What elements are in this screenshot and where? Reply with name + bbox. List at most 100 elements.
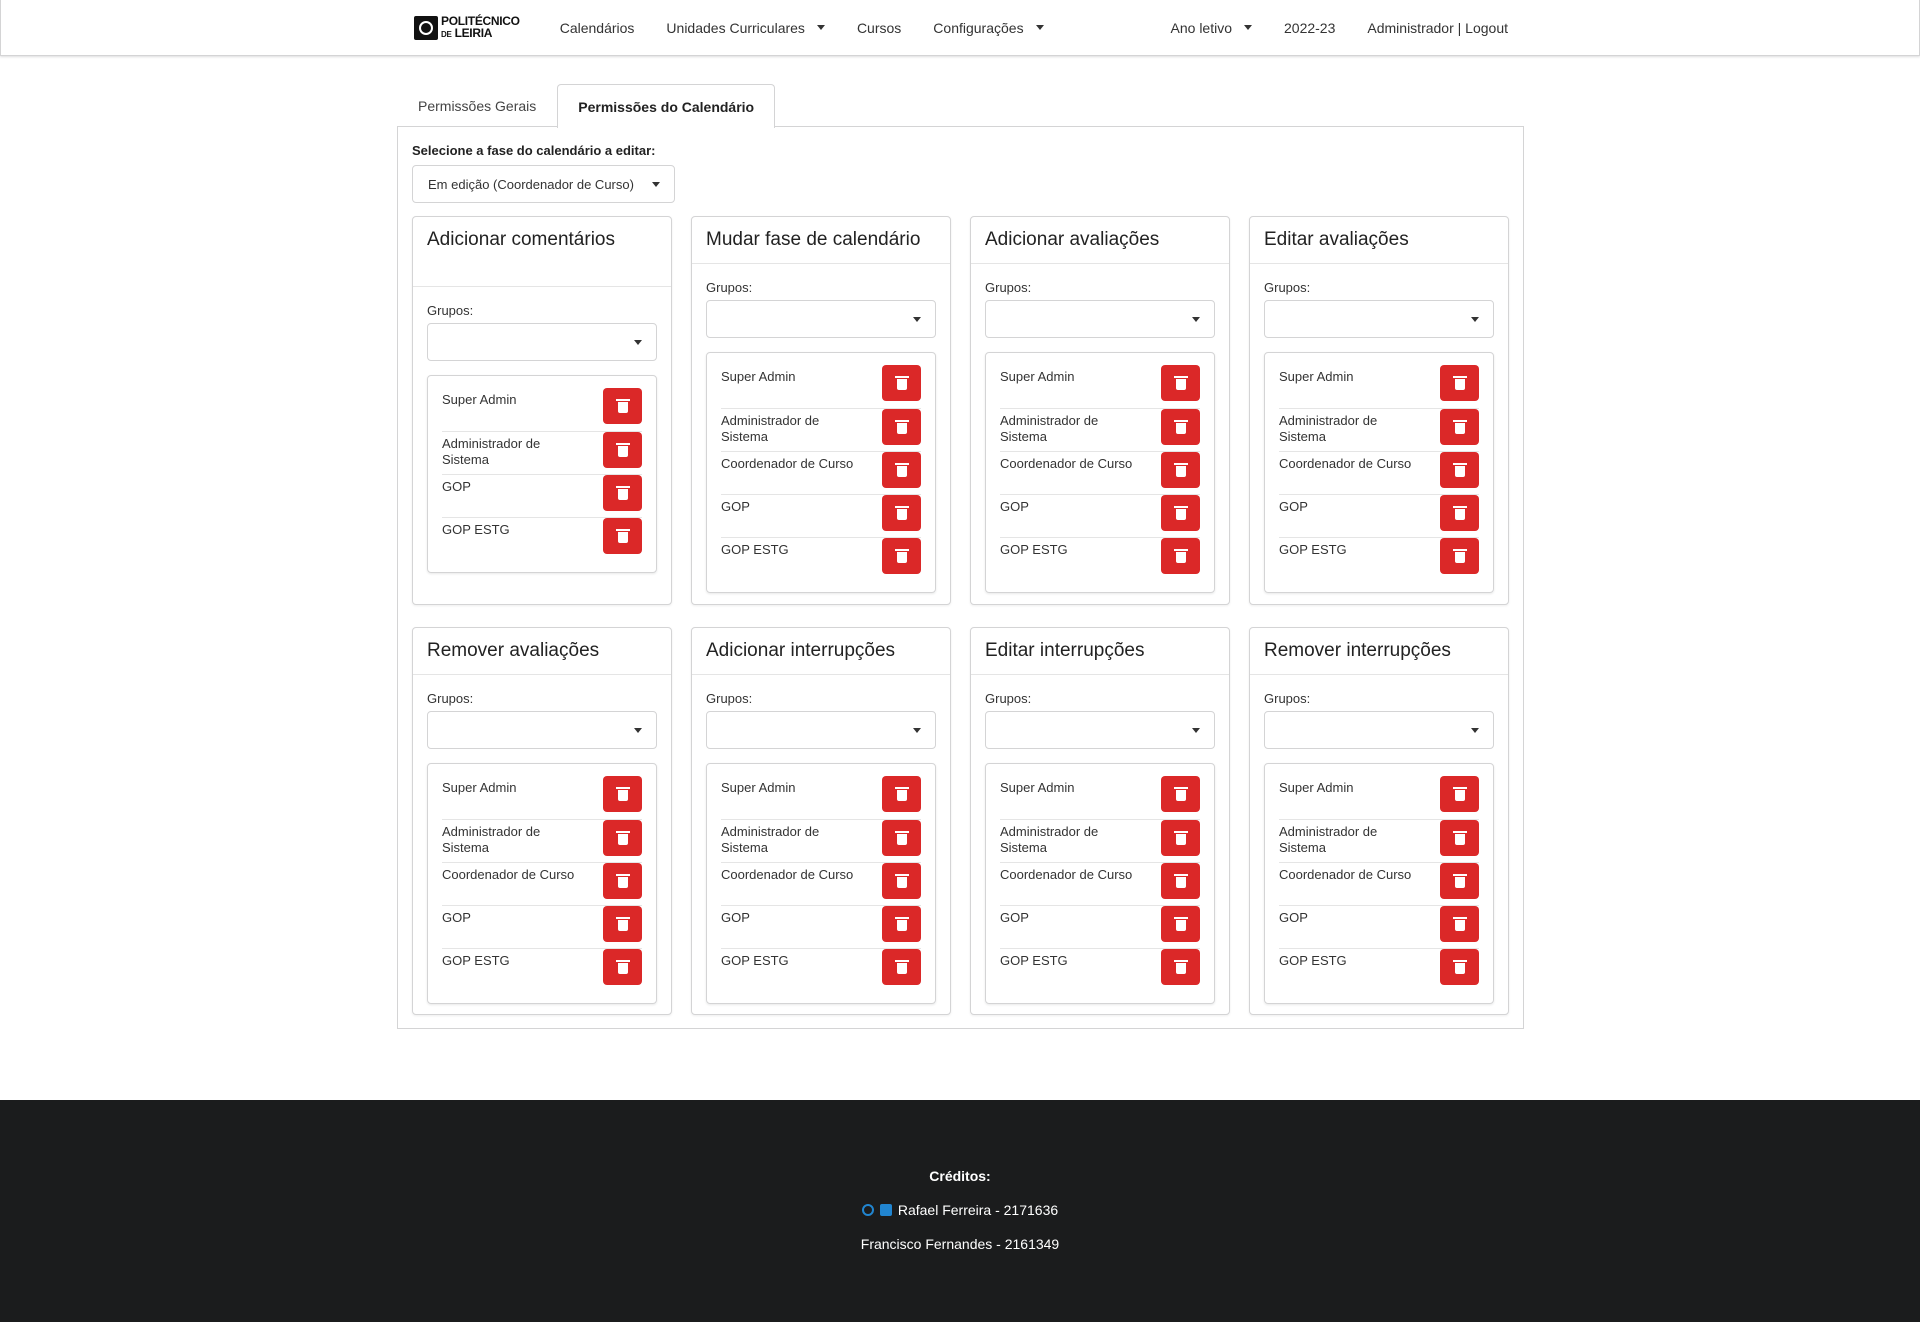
card-body: Grupos: Super Admin Administrador de Siste… xyxy=(413,691,671,1018)
logo[interactable]: POLITÉCNICO DE LEIRIA xyxy=(414,15,520,41)
delete-group-button[interactable] xyxy=(1161,906,1200,942)
trash-icon xyxy=(894,506,909,520)
group-row: GOP ESTG xyxy=(1000,537,1200,580)
trash-icon xyxy=(615,831,630,845)
trash-icon xyxy=(615,529,630,543)
groups-select[interactable] xyxy=(985,300,1215,338)
trash-icon xyxy=(1452,549,1467,563)
delete-group-button[interactable] xyxy=(1161,495,1200,531)
delete-group-button[interactable] xyxy=(882,776,921,812)
delete-group-button[interactable] xyxy=(882,538,921,574)
delete-group-button[interactable] xyxy=(1440,949,1479,985)
navbar-right: Ano letivo 2022-23 Administrador | Logou… xyxy=(1155,0,1508,55)
delete-group-button[interactable] xyxy=(603,949,642,985)
delete-group-button[interactable] xyxy=(882,495,921,531)
group-row: Super Admin xyxy=(442,388,642,431)
tab-permissoes-gerais[interactable]: Permissões Gerais xyxy=(397,84,557,127)
top-navbar: POLITÉCNICO DE LEIRIA Calendários Unidad… xyxy=(0,0,1920,56)
card-body: Grupos: Super Admin Administrador de Siste… xyxy=(1250,691,1508,1018)
groups-label: Grupos: xyxy=(706,280,753,295)
delete-group-button[interactable] xyxy=(1161,365,1200,401)
group-name: GOP xyxy=(1279,910,1308,925)
ano-letivo-dropdown[interactable]: Ano letivo xyxy=(1155,0,1268,55)
delete-group-button[interactable] xyxy=(603,906,642,942)
group-row: Super Admin xyxy=(721,776,921,819)
delete-group-button[interactable] xyxy=(603,518,642,554)
group-name: Administrador de Sistema xyxy=(1000,413,1099,444)
group-name: GOP ESTG xyxy=(442,953,510,968)
delete-group-button[interactable] xyxy=(882,820,921,856)
delete-group-button[interactable] xyxy=(603,388,642,424)
trash-icon xyxy=(1452,506,1467,520)
group-row: Super Admin xyxy=(1279,776,1479,819)
academic-year[interactable]: 2022-23 xyxy=(1268,0,1351,55)
group-name: Coordenador de Curso xyxy=(1000,867,1133,882)
delete-group-button[interactable] xyxy=(603,475,642,511)
chevron-down-icon xyxy=(652,181,660,187)
delete-group-button[interactable] xyxy=(1161,949,1200,985)
delete-group-button[interactable] xyxy=(1440,409,1479,445)
tab-permissoes-calendario[interactable]: Permissões do Calendário xyxy=(557,84,776,128)
groups-select[interactable] xyxy=(427,711,657,749)
delete-group-button[interactable] xyxy=(1161,452,1200,488)
phase-select-value: Em edição (Coordenador de Curso) xyxy=(428,176,634,192)
delete-group-button[interactable] xyxy=(1161,409,1200,445)
footer: Créditos: Rafael Ferreira - 2171636 Fran… xyxy=(0,1100,1920,1322)
delete-group-button[interactable] xyxy=(1440,863,1479,899)
phase-select[interactable]: Em edição (Coordenador de Curso) xyxy=(412,165,675,203)
group-list: Super Admin Administrador de Sistema Coord… xyxy=(985,763,1215,1004)
groups-select[interactable] xyxy=(1264,300,1494,338)
group-name: Super Admin xyxy=(1000,780,1075,795)
nav-calendarios[interactable]: Calendários xyxy=(544,0,651,55)
permission-card: Adicionar interrupções Grupos: Super Admin… xyxy=(691,627,951,1015)
groups-select[interactable] xyxy=(706,711,936,749)
github-icon[interactable] xyxy=(861,1204,874,1216)
delete-group-button[interactable] xyxy=(882,906,921,942)
permission-card: Editar avaliações Grupos: Super Admin Admin… xyxy=(1249,216,1509,605)
delete-group-button[interactable] xyxy=(603,863,642,899)
delete-group-button[interactable] xyxy=(603,776,642,812)
group-row: GOP ESTG xyxy=(1279,537,1479,580)
user-logout[interactable]: Administrador | Logout xyxy=(1351,0,1508,55)
delete-group-button[interactable] xyxy=(882,949,921,985)
credit-francisco: Francisco Fernandes - 2161349 xyxy=(860,1236,1060,1252)
groups-select[interactable] xyxy=(985,711,1215,749)
delete-group-button[interactable] xyxy=(1161,538,1200,574)
nav-configuracoes[interactable]: Configurações xyxy=(917,0,1059,55)
trash-icon xyxy=(894,420,909,434)
delete-group-button[interactable] xyxy=(1440,495,1479,531)
delete-group-button[interactable] xyxy=(882,409,921,445)
trash-icon xyxy=(894,831,909,845)
delete-group-button[interactable] xyxy=(603,820,642,856)
nav-cursos[interactable]: Cursos xyxy=(841,0,917,55)
trash-icon xyxy=(894,917,909,931)
permission-card: Adicionar comentários Grupos: Super Admin A… xyxy=(412,216,672,605)
delete-group-button[interactable] xyxy=(1440,906,1479,942)
delete-group-button[interactable] xyxy=(882,452,921,488)
delete-group-button[interactable] xyxy=(1161,776,1200,812)
group-row: GOP xyxy=(1000,494,1200,537)
groups-select[interactable] xyxy=(1264,711,1494,749)
delete-group-button[interactable] xyxy=(1440,776,1479,812)
nav-unidades-curriculares[interactable]: Unidades Curriculares xyxy=(650,0,841,55)
group-name: GOP ESTG xyxy=(1000,542,1068,557)
delete-group-button[interactable] xyxy=(1161,820,1200,856)
delete-group-button[interactable] xyxy=(1440,365,1479,401)
delete-group-button[interactable] xyxy=(1440,538,1479,574)
delete-group-button[interactable] xyxy=(1440,820,1479,856)
group-name: Coordenador de Curso xyxy=(721,456,854,471)
groups-select[interactable] xyxy=(427,323,657,361)
group-row: GOP xyxy=(721,494,921,537)
delete-group-button[interactable] xyxy=(603,432,642,468)
groups-label: Grupos: xyxy=(985,280,1032,295)
delete-group-button[interactable] xyxy=(882,365,921,401)
linkedin-icon[interactable] xyxy=(879,1204,892,1216)
delete-group-button[interactable] xyxy=(1440,452,1479,488)
trash-icon xyxy=(1452,874,1467,888)
groups-select[interactable] xyxy=(706,300,936,338)
group-name: GOP xyxy=(442,910,471,925)
groups-label: Grupos: xyxy=(1264,280,1311,295)
delete-group-button[interactable] xyxy=(1161,863,1200,899)
delete-group-button[interactable] xyxy=(882,863,921,899)
trash-icon xyxy=(1452,960,1467,974)
